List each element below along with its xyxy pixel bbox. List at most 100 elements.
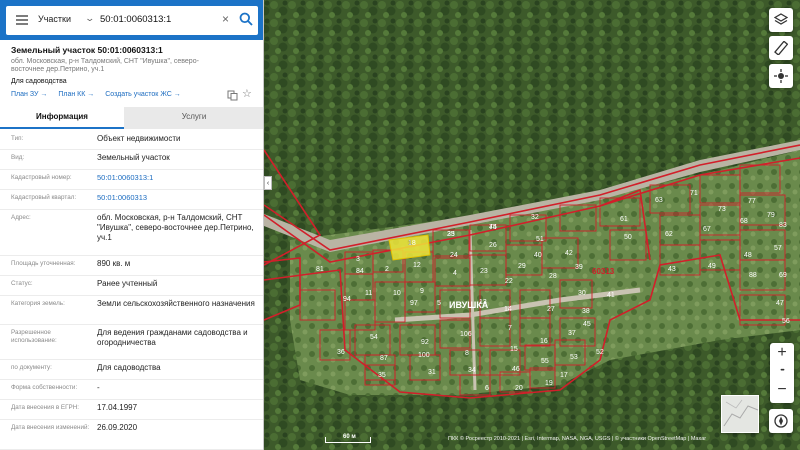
parcel-number-label[interactable]: 18 — [408, 240, 416, 247]
search-input[interactable]: 50:01:0060313:1 — [100, 14, 171, 25]
parcel-number-label[interactable]: 62 — [665, 231, 673, 238]
parcel-number-label[interactable]: 41 — [607, 292, 615, 299]
parcel-number-label[interactable]: 3 — [356, 256, 360, 263]
search-icon[interactable] — [239, 12, 253, 26]
parcel-number-label[interactable]: 83 — [779, 222, 787, 229]
parcel-number-label[interactable]: 67 — [703, 226, 711, 233]
parcel-number-label[interactable]: 40 — [534, 252, 542, 259]
info-row-link[interactable]: 50:01:0060313 — [97, 193, 257, 203]
tab-services[interactable]: Услуги — [124, 107, 263, 129]
parcel-number-label[interactable]: 8 — [465, 350, 469, 357]
parcel-number-label[interactable]: 9 — [420, 288, 424, 295]
parcel-number-label[interactable]: 92 — [421, 339, 429, 346]
parcel-number-label[interactable]: 28 — [549, 273, 557, 280]
parcel-number-label[interactable]: 19 — [545, 380, 553, 387]
star-icon[interactable]: ☆ — [242, 89, 252, 100]
parcel-number-label[interactable]: 39 — [575, 264, 583, 271]
layers-button[interactable] — [769, 8, 793, 32]
parcel-number-label[interactable]: 55 — [541, 358, 549, 365]
parcel-number-label[interactable]: 14 — [504, 306, 512, 313]
parcel-number-label[interactable]: 61 — [620, 216, 628, 223]
parcel-number-label[interactable]: 38 — [582, 308, 590, 315]
ruler-button[interactable] — [769, 36, 793, 60]
parcel-number-label[interactable]: 4 — [453, 270, 457, 277]
parcel-number-label[interactable]: 5 — [437, 300, 441, 307]
zoom-in-button[interactable]: + — [770, 344, 794, 362]
parcel-number-label[interactable]: 44 — [489, 224, 497, 231]
locate-button[interactable] — [769, 64, 793, 88]
parcel-number-label[interactable]: 56 — [782, 318, 790, 325]
parcel-number-label[interactable]: 22 — [505, 278, 513, 285]
collapse-panel-button[interactable]: ‹ — [264, 176, 272, 190]
parcel-number-label[interactable]: 88 — [749, 272, 757, 279]
parcel-number-label[interactable]: 35 — [378, 372, 386, 379]
parcel-number-label[interactable]: 23 — [480, 268, 488, 275]
parcel-number-label[interactable]: 16 — [540, 338, 548, 345]
parcel-number-label[interactable]: 46 — [512, 366, 520, 373]
copy-icon[interactable] — [227, 90, 238, 101]
parcel-number-label[interactable]: 57 — [774, 245, 782, 252]
parcel-number-label[interactable]: 100 — [418, 352, 430, 359]
link-create-parcel[interactable]: Создать участок ЖС → — [105, 91, 181, 98]
parcel-number-label[interactable]: 24 — [450, 252, 458, 259]
zoom-out-button[interactable]: − — [770, 381, 794, 399]
chevron-down-icon[interactable]: ⌄ — [84, 13, 95, 24]
parcel-number-label[interactable]: 53 — [570, 354, 578, 361]
parcel-number-label[interactable]: 30 — [578, 290, 586, 297]
parcel-number-label[interactable]: 15 — [510, 346, 518, 353]
link-plan-kk[interactable]: План КК → — [58, 91, 94, 98]
parcel-number-label[interactable]: 97 — [410, 300, 418, 307]
parcel-number-label[interactable]: 45 — [583, 321, 591, 328]
menu-icon[interactable] — [16, 15, 28, 25]
parcel-number-label[interactable]: 26 — [489, 242, 497, 249]
parcel-number-label[interactable]: 11 — [365, 290, 372, 297]
parcel-number-label[interactable]: 94 — [343, 296, 351, 303]
parcel-number-label[interactable]: 106 — [460, 331, 472, 338]
parcel-number-label[interactable]: 31 — [428, 369, 436, 376]
layers-icon — [774, 13, 788, 25]
parcel-number-label[interactable]: 79 — [767, 212, 775, 219]
compass-button[interactable] — [769, 409, 793, 433]
parcel-number-label[interactable]: 48 — [744, 252, 752, 259]
parcel-number-label[interactable]: 34 — [468, 367, 476, 374]
parcel-number-label[interactable]: 81 — [316, 266, 324, 273]
parcel-number-label[interactable]: 54 — [370, 334, 378, 341]
parcel-number-label[interactable]: 42 — [565, 250, 573, 257]
parcel-number-label[interactable]: 47 — [776, 300, 784, 307]
info-row-label: Форма собственности: — [11, 384, 78, 391]
parcel-number-label[interactable]: 71 — [690, 190, 698, 197]
parcel-number-label[interactable]: 52 — [596, 349, 604, 356]
parcel-number-label[interactable]: 69 — [779, 272, 787, 279]
parcel-number-label[interactable]: 51 — [536, 236, 544, 243]
parcel-number-label[interactable]: 27 — [547, 306, 555, 313]
parcel-number-label[interactable]: 17 — [560, 372, 568, 379]
parcel-number-label[interactable]: 63 — [655, 197, 663, 204]
parcel-number-label[interactable]: 49 — [708, 263, 716, 270]
parcel-number-label[interactable]: 12 — [413, 262, 421, 269]
parcel-number-label[interactable]: 84 — [356, 268, 364, 275]
parcel-number-label[interactable]: 33 — [447, 231, 455, 238]
close-icon[interactable]: × — [222, 12, 229, 26]
zoom-level-button[interactable]: ••• — [770, 365, 794, 377]
parcel-number-label[interactable]: 32 — [531, 214, 539, 221]
parcel-number-label[interactable]: 37 — [568, 330, 576, 337]
parcel-number-label[interactable]: 10 — [393, 290, 401, 297]
tab-info[interactable]: Информация — [0, 107, 124, 129]
parcel-number-label[interactable]: 87 — [380, 355, 388, 362]
link-plan-zu[interactable]: План ЗУ → — [11, 91, 47, 98]
parcel-number-label[interactable]: 68 — [740, 218, 748, 225]
parcel-number-label[interactable]: 43 — [668, 266, 676, 273]
parcel-number-label[interactable]: 20 — [515, 385, 523, 392]
parcel-number-label[interactable]: 6 — [485, 385, 489, 392]
minimap[interactable] — [721, 395, 759, 433]
parcel-number-label[interactable]: 50 — [624, 234, 632, 241]
parcel-number-label[interactable]: 2 — [385, 266, 389, 273]
info-row-link[interactable]: 50:01:0060313:1 — [97, 173, 257, 183]
search-type-select[interactable]: Участки — [38, 14, 71, 24]
parcel-number-label[interactable]: 7 — [508, 325, 512, 332]
parcel-number-label[interactable]: 36 — [337, 349, 345, 356]
info-row-label: Тип: — [11, 135, 24, 142]
parcel-number-label[interactable]: 77 — [748, 198, 756, 205]
parcel-number-label[interactable]: 73 — [718, 206, 726, 213]
parcel-number-label[interactable]: 29 — [518, 263, 526, 270]
